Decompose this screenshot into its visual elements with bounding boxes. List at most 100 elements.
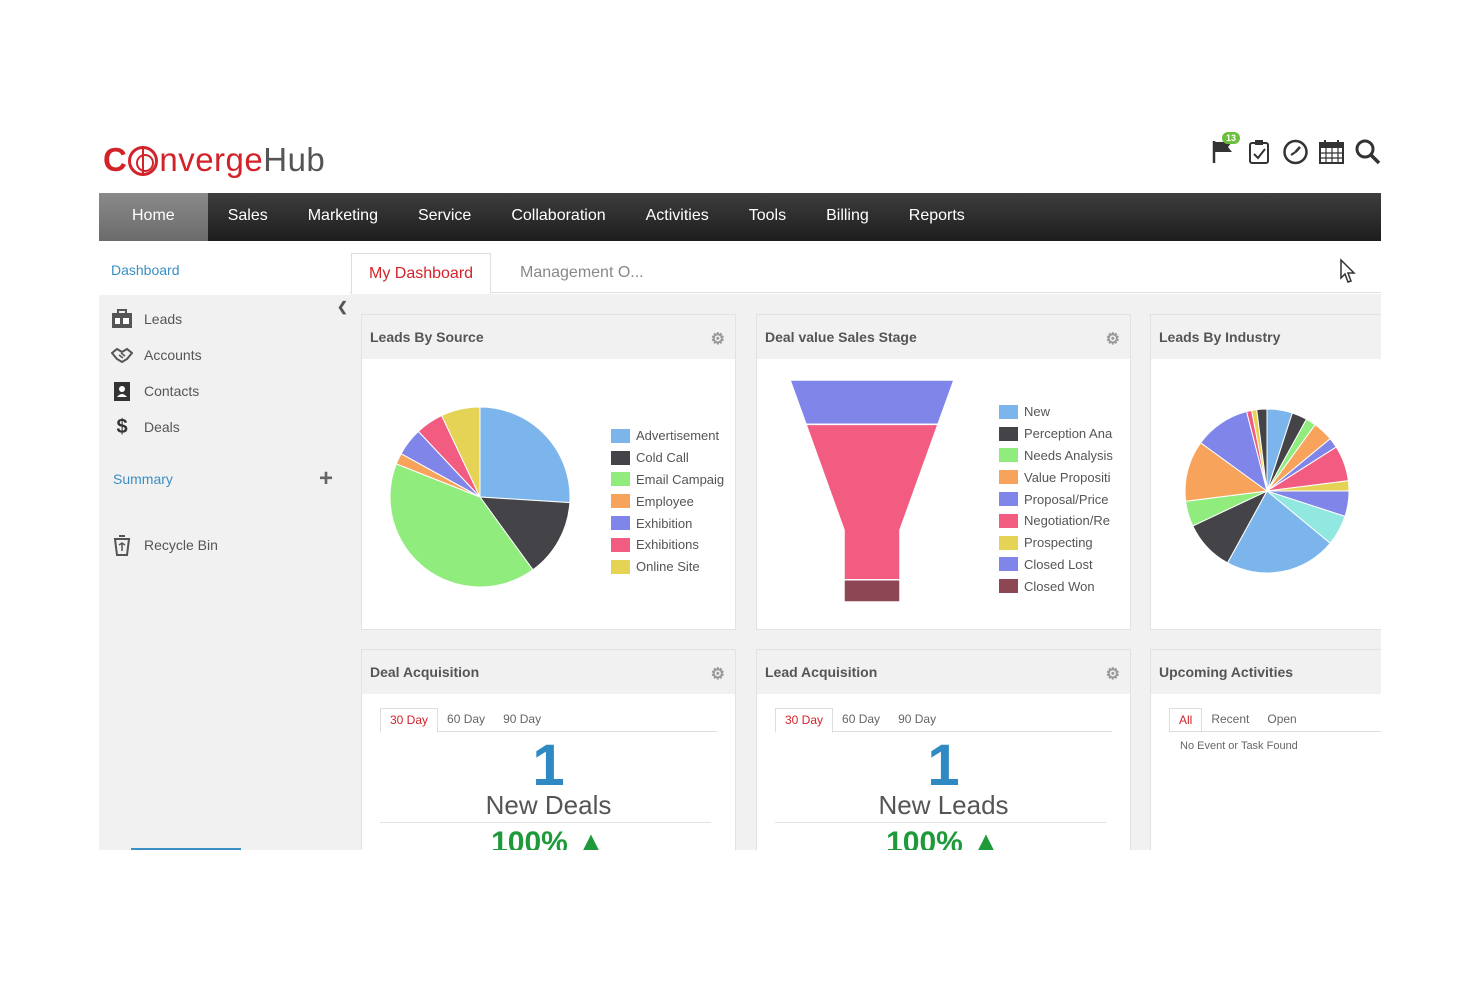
app-window: C nverge Hub 13 Home Sales Marketing Ser… bbox=[99, 120, 1381, 850]
legend-item[interactable]: Perception Ana bbox=[999, 423, 1113, 445]
search-icon[interactable] bbox=[1354, 138, 1381, 165]
legend-label: Cold Call bbox=[636, 450, 689, 466]
sidebar-header-dashboard[interactable]: Dashboard bbox=[99, 241, 349, 295]
legend-label: Exhibition bbox=[636, 515, 693, 531]
funnel-segment-0[interactable] bbox=[789, 380, 955, 426]
nav-activities[interactable]: Activities bbox=[626, 193, 729, 241]
legend-label: Advertisement bbox=[636, 428, 720, 444]
pie-slice-0[interactable] bbox=[479, 406, 571, 504]
legend-item[interactable]: Employee bbox=[611, 490, 724, 512]
notification-badge: 13 bbox=[1222, 132, 1241, 144]
legend-swatch bbox=[611, 450, 630, 465]
tab-60-day[interactable]: 60 Day bbox=[438, 708, 494, 731]
nav-billing[interactable]: Billing bbox=[806, 193, 889, 241]
brand-logo[interactable]: C nverge Hub bbox=[103, 138, 325, 182]
legend-swatch bbox=[999, 448, 1018, 463]
legend-item[interactable]: Needs Analysis bbox=[999, 445, 1113, 467]
panel-title-text: Leads By Source bbox=[370, 329, 484, 345]
legend-label: Negotiation/Re bbox=[1024, 513, 1110, 529]
sidebar-item-label: Contacts bbox=[144, 383, 200, 399]
legend-item[interactable]: Exhibitions bbox=[611, 534, 724, 556]
leads-by-source-pie bbox=[389, 406, 571, 588]
add-summary-button[interactable]: + bbox=[319, 465, 333, 493]
panel-title: Deal Acquisition ⚙ bbox=[362, 650, 735, 694]
legend-item[interactable]: Cold Call bbox=[611, 447, 724, 469]
panel-title: Upcoming Activities bbox=[1151, 650, 1381, 694]
sidebar-item-accounts[interactable]: Accounts bbox=[99, 337, 349, 373]
sidebar-summary[interactable]: Summary + bbox=[99, 461, 349, 497]
legend-swatch bbox=[999, 492, 1018, 507]
legend-item[interactable]: New bbox=[999, 401, 1113, 423]
tab-my-dashboard[interactable]: My Dashboard bbox=[351, 253, 492, 294]
sidebar: Dashboard ❮ Leads Accounts Contacts $ De… bbox=[99, 241, 349, 850]
clipboard-icon[interactable] bbox=[1246, 138, 1273, 165]
panel-deal-value: Deal value Sales Stage ⚙ New Perception A… bbox=[756, 314, 1131, 630]
funnel-segment-1[interactable] bbox=[804, 423, 940, 581]
panel-title-text: Lead Acquisition bbox=[765, 664, 878, 680]
sidebar-item-label: Accounts bbox=[144, 347, 202, 363]
calendar-icon[interactable] bbox=[1318, 138, 1345, 165]
legend-swatch bbox=[611, 559, 630, 574]
gear-icon[interactable]: ⚙ bbox=[1106, 664, 1120, 684]
legend-item[interactable]: Negotiation/Re bbox=[999, 510, 1113, 532]
funnel-segment-2[interactable] bbox=[843, 579, 901, 603]
empty-activities-message: No Event or Task Found bbox=[1180, 740, 1298, 752]
tab-90-day[interactable]: 90 Day bbox=[889, 708, 945, 731]
panel-title-text: Leads By Industry bbox=[1159, 329, 1281, 345]
legend-label: Email Campaig bbox=[636, 471, 725, 487]
legend-item[interactable]: Online Site bbox=[611, 556, 724, 578]
legend-label: Exhibitions bbox=[636, 537, 699, 553]
dollar-icon: $ bbox=[116, 416, 128, 438]
nav-sales[interactable]: Sales bbox=[208, 193, 288, 241]
tab-recent[interactable]: Recent bbox=[1202, 708, 1258, 731]
activity-tabs: All Recent Open bbox=[1169, 708, 1381, 733]
new-leads-count: 1 bbox=[927, 733, 960, 798]
legend-label: Employee bbox=[636, 493, 694, 509]
legend-swatch bbox=[999, 470, 1018, 485]
tab-management[interactable]: Management O... bbox=[503, 253, 661, 294]
legend-swatch bbox=[999, 579, 1018, 594]
gear-icon[interactable]: ⚙ bbox=[1106, 329, 1120, 349]
nav-service[interactable]: Service bbox=[398, 193, 491, 241]
sidebar-item-contacts[interactable]: Contacts bbox=[99, 373, 349, 409]
deal-value-funnel bbox=[789, 380, 955, 603]
tab-30-day[interactable]: 30 Day bbox=[775, 708, 834, 733]
legend-item[interactable]: Closed Lost bbox=[999, 554, 1113, 576]
gear-icon[interactable]: ⚙ bbox=[711, 329, 725, 349]
legend-swatch bbox=[611, 428, 630, 443]
legend-item[interactable]: Proposal/Price bbox=[999, 488, 1113, 510]
legend-item[interactable]: Email Campaig bbox=[611, 469, 724, 491]
tab-open[interactable]: Open bbox=[1258, 708, 1305, 731]
legend-item[interactable]: Advertisement bbox=[611, 425, 724, 447]
recycle-bin-icon bbox=[111, 534, 133, 556]
legend-swatch bbox=[999, 557, 1018, 572]
gear-icon[interactable]: ⚙ bbox=[711, 664, 725, 684]
tab-60-day[interactable]: 60 Day bbox=[833, 708, 889, 731]
panel-title-text: Deal value Sales Stage bbox=[765, 329, 917, 345]
nav-tools[interactable]: Tools bbox=[729, 193, 806, 241]
flag-icon[interactable]: 13 bbox=[1210, 132, 1241, 165]
sidebar-item-recycle-bin[interactable]: Recycle Bin bbox=[99, 527, 349, 563]
clock-icon[interactable] bbox=[1282, 138, 1309, 165]
tab-all[interactable]: All bbox=[1169, 708, 1203, 733]
contacts-icon bbox=[111, 380, 133, 402]
legend-item[interactable]: Exhibition bbox=[611, 512, 724, 534]
sidebar-item-leads[interactable]: Leads bbox=[99, 301, 349, 337]
collapse-sidebar-icon[interactable]: ❮ bbox=[337, 299, 348, 315]
panel-upcoming-activities: Upcoming Activities All Recent Open No E… bbox=[1150, 649, 1381, 850]
nav-home[interactable]: Home bbox=[99, 193, 208, 241]
panel-title: Lead Acquisition ⚙ bbox=[757, 650, 1130, 694]
nav-reports[interactable]: Reports bbox=[889, 193, 985, 241]
logo-verge: nverge bbox=[159, 141, 264, 178]
legend-item[interactable]: Value Propositi bbox=[999, 466, 1113, 488]
header-toolbar: 13 bbox=[1210, 132, 1381, 165]
nav-collaboration[interactable]: Collaboration bbox=[491, 193, 625, 241]
sidebar-item-deals[interactable]: $ Deals bbox=[99, 409, 349, 445]
legend-item[interactable]: Prospecting bbox=[999, 532, 1113, 554]
tab-30-day[interactable]: 30 Day bbox=[380, 708, 439, 733]
legend-swatch bbox=[611, 537, 630, 552]
legend-item[interactable]: Closed Won bbox=[999, 575, 1113, 597]
tab-90-day[interactable]: 90 Day bbox=[494, 708, 550, 731]
nav-marketing[interactable]: Marketing bbox=[288, 193, 398, 241]
panel-title: Leads By Industry bbox=[1151, 315, 1381, 359]
